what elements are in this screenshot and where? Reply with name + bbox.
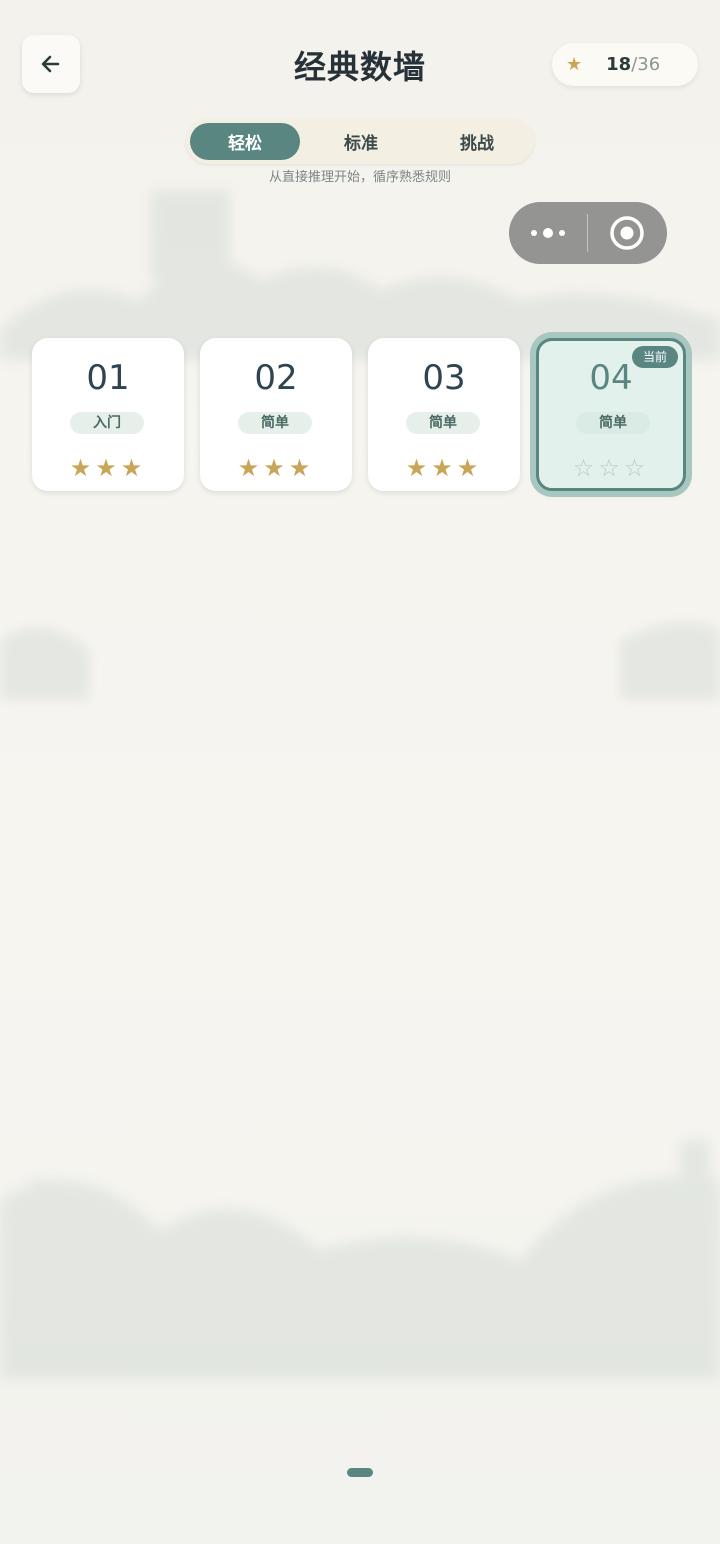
tab-standard[interactable]: 标准 [306,123,416,160]
difficulty-badge: 简单 [576,412,650,434]
level-card-01[interactable]: 01 入门 ★★★ [32,338,184,491]
difficulty-badge: 简单 [406,412,480,434]
close-button[interactable] [588,202,666,264]
mini-program-capsule [509,202,667,264]
level-card-04-current[interactable]: 当前 04 简单 ☆☆☆ [536,338,686,491]
difficulty-badge: 简单 [238,412,312,434]
level-card-02[interactable]: 02 简单 ★★★ [200,338,352,491]
level-stars: ☆☆☆ [572,454,650,482]
stars-earned: 18 [606,54,632,75]
star-progress-badge: ★ 18 / 36 [552,43,698,86]
level-number: 02 [254,358,298,398]
level-number: 03 [422,358,466,398]
target-circle-icon [610,216,644,250]
difficulty-badge: 入门 [70,412,144,434]
page-indicator[interactable] [347,1468,373,1477]
level-stars: ★★★ [405,454,483,482]
more-button[interactable] [509,202,587,264]
tab-easy[interactable]: 轻松 [190,123,300,160]
tab-challenge[interactable]: 挑战 [422,123,532,160]
more-dots-icon [531,228,565,238]
stars-total: 36 [637,54,661,75]
star-icon: ★ [566,54,583,75]
level-number: 04 [589,358,633,398]
level-card-03[interactable]: 03 简单 ★★★ [368,338,520,491]
tab-description: 从直接推理开始，循序熟悉规则 [268,170,451,185]
level-number: 01 [86,358,130,398]
level-stars: ★★★ [69,454,147,482]
level-stars: ★★★ [237,454,315,482]
difficulty-tabs: 轻松 标准 挑战 [186,119,534,164]
